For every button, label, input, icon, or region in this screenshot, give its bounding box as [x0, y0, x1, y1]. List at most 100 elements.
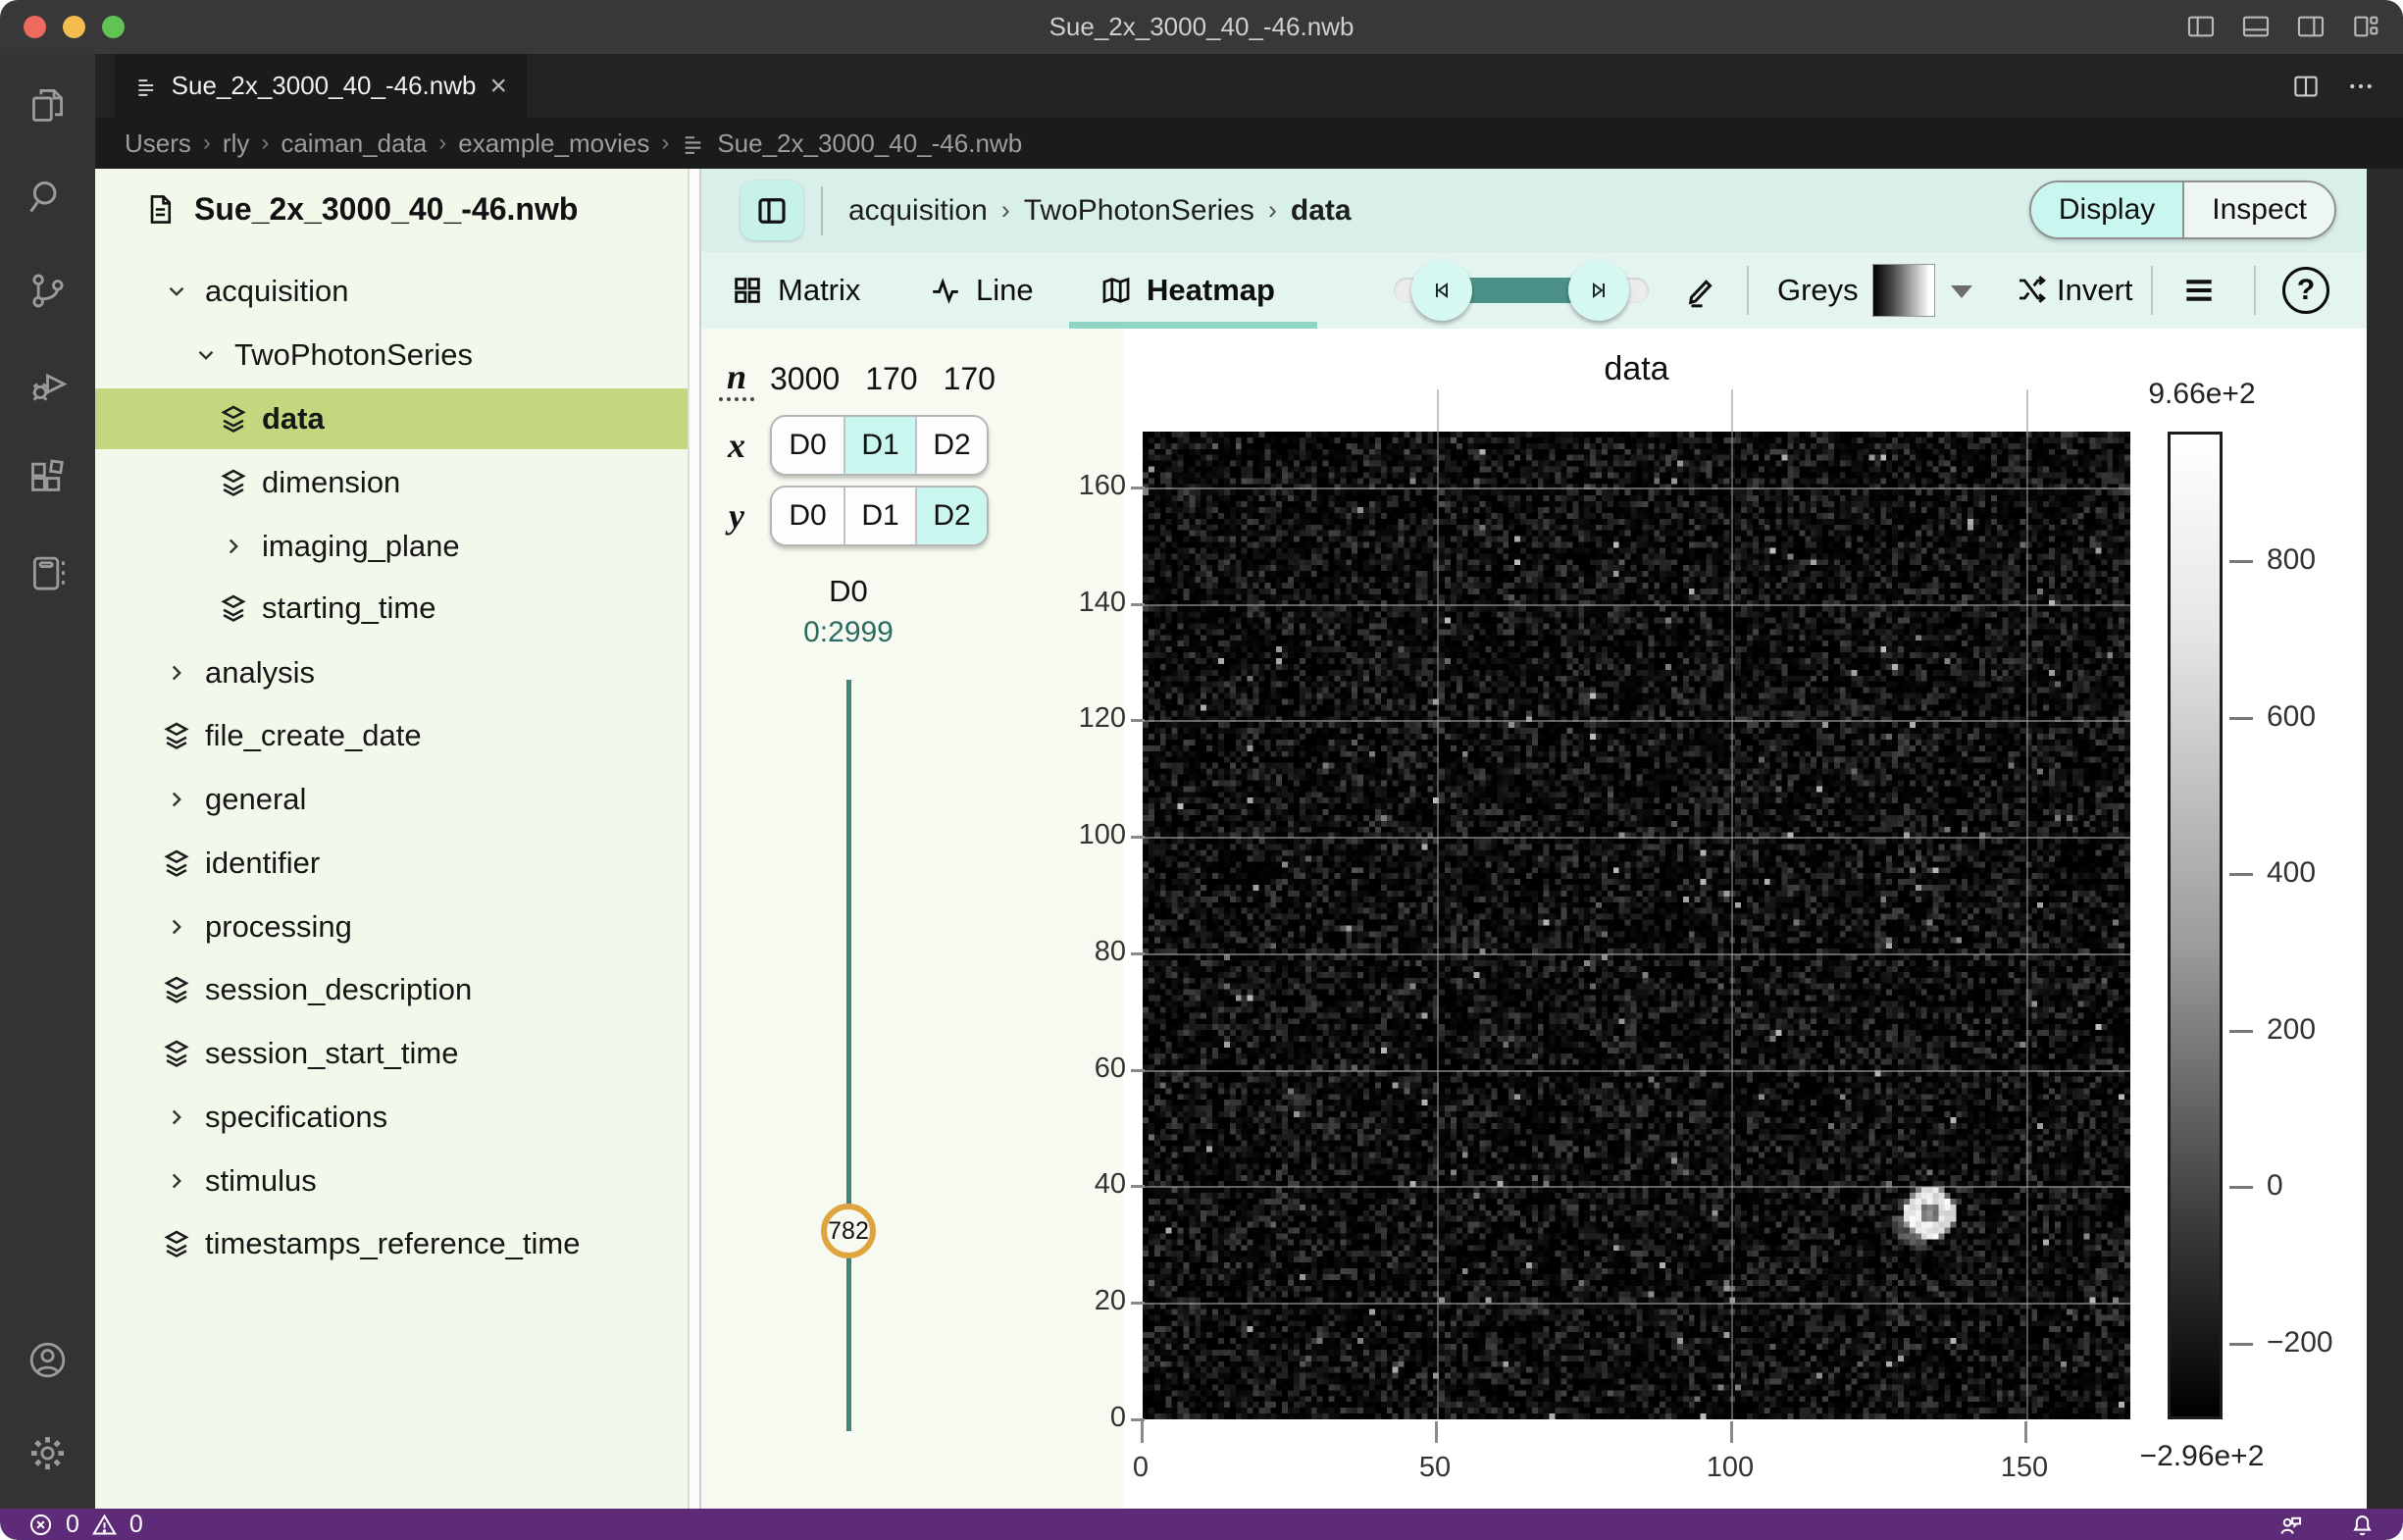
tree-item-session-description[interactable]: session_description [95, 959, 688, 1020]
gridline [1143, 488, 2130, 489]
more-actions-icon[interactable] [2346, 72, 2376, 101]
x-label: x [719, 425, 754, 466]
y-tick-label: 140 [1023, 587, 1126, 619]
y-tick-mark [1131, 1069, 1145, 1072]
tree-item-imaging-plane[interactable]: imaging_plane [95, 516, 688, 577]
edit-pen-icon[interactable] [1682, 272, 1719, 309]
heatmap-canvas[interactable] [1143, 432, 2130, 1419]
dim-size: 170 [865, 361, 917, 397]
split-editor-icon[interactable] [2291, 72, 2321, 101]
tab-heatmap[interactable]: Heatmap [1099, 273, 1275, 308]
colorbar-tick-label: −200 [2267, 1326, 2333, 1360]
maximize-window-button[interactable] [102, 16, 125, 38]
tree-item-acquisition[interactable]: acquisition [95, 261, 688, 322]
tree-item-stimulus[interactable]: stimulus [95, 1151, 688, 1211]
invert-button[interactable]: Invert [2057, 273, 2133, 308]
tab-matrix[interactable]: Matrix [731, 273, 860, 308]
close-window-button[interactable] [24, 16, 46, 38]
tree-item-specifications[interactable]: specifications [95, 1087, 688, 1148]
chevron-down-icon[interactable] [1951, 285, 1972, 298]
account-icon[interactable] [26, 1338, 70, 1382]
heatmap-plot[interactable] [1143, 432, 2130, 1419]
toggle-panel-icon[interactable] [2240, 11, 2272, 42]
run-debug-icon[interactable] [26, 362, 70, 406]
source-control-icon[interactable] [26, 269, 70, 313]
frame-range-slider[interactable] [1394, 259, 1649, 322]
problems-status[interactable]: 0 0 [27, 1511, 143, 1539]
y-d0-button[interactable]: D0 [772, 488, 844, 544]
layers-icon [160, 1227, 193, 1260]
gridline [1143, 720, 2130, 722]
minimize-window-button[interactable] [63, 16, 85, 38]
frame-slider[interactable] [846, 680, 851, 1431]
y-tick-label: 60 [1023, 1052, 1126, 1085]
tree-item-dimension[interactable]: dimension [95, 452, 688, 513]
settings-gear-icon[interactable] [26, 1431, 70, 1475]
x-d1-button[interactable]: D1 [844, 417, 915, 474]
breadcrumb-file[interactable]: Sue_2x_3000_40_-46.nwb [717, 128, 1022, 159]
inspect-mode-button[interactable]: Inspect [2182, 182, 2334, 237]
vscode-window: Sue_2x_3000_40_-46.nwb Sue_2x_3000 [0, 0, 2403, 1540]
tab-close-icon[interactable]: × [489, 72, 507, 101]
menu-hamburger-icon[interactable] [2180, 272, 2218, 309]
sidebar-toggle-button[interactable] [741, 180, 803, 240]
layers-icon [217, 466, 250, 499]
panel-breadcrumb-item[interactable]: TwoPhotonSeries [1024, 194, 1254, 228]
tab-label: Sue_2x_3000_40_-46.nwb [172, 71, 477, 101]
colorbar [2168, 432, 2223, 1419]
frame-slider-handle[interactable]: 782 [821, 1204, 876, 1258]
feedback-icon[interactable] [2277, 1512, 2304, 1538]
tree-item-timestamps-reference-time[interactable]: timestamps_reference_time [95, 1213, 688, 1274]
tree-item-processing[interactable]: processing [95, 897, 688, 957]
x-dim-selector: D0 D1 D2 [770, 415, 989, 476]
gridline [1143, 604, 2130, 606]
colorbar-tick-mark [2229, 717, 2253, 720]
matrix-grid-icon [731, 274, 764, 307]
map-icon [1099, 274, 1133, 307]
x-d2-button[interactable]: D2 [915, 417, 987, 474]
customize-layout-icon[interactable] [2350, 11, 2381, 42]
toggle-secondary-sidebar-icon[interactable] [2295, 11, 2326, 42]
notifications-bell-icon[interactable] [2349, 1512, 2376, 1538]
invert-swap-icon[interactable] [2014, 272, 2049, 307]
chevron-right-icon: › [1001, 195, 1010, 226]
y-tick-label: 20 [1023, 1285, 1126, 1317]
status-bar: 0 0 [0, 1509, 2403, 1540]
y-d1-button[interactable]: D1 [844, 488, 915, 544]
y-tick-mark [1131, 1302, 1145, 1305]
x-d0-button[interactable]: D0 [772, 417, 844, 474]
colorbar-tick-label: 800 [2267, 543, 2316, 577]
breadcrumb-item[interactable]: rly [223, 128, 249, 159]
frame-value: 782 [828, 1217, 869, 1246]
tree-item-general[interactable]: general [95, 769, 688, 830]
tree-item-identifier[interactable]: identifier [95, 833, 688, 894]
sidebar-scrollbar-gutter[interactable] [688, 169, 701, 1509]
y-dim-row: y D0 D1 D2 [719, 486, 989, 546]
toggle-sidebar-icon[interactable] [2185, 11, 2217, 42]
breadcrumb-item[interactable]: example_movies [458, 128, 649, 159]
colormap-swatch[interactable] [1872, 264, 1935, 317]
skip-end-handle[interactable] [1568, 260, 1629, 321]
tree-item-twophotonseries[interactable]: TwoPhotonSeries [95, 325, 688, 385]
tab-nwb-file[interactable]: Sue_2x_3000_40_-46.nwb × [115, 54, 527, 118]
y-d2-button[interactable]: D2 [915, 488, 987, 544]
breadcrumb-item[interactable]: Users [125, 128, 191, 159]
nwb-extension-icon[interactable] [26, 551, 70, 595]
extensions-icon[interactable] [26, 457, 70, 501]
tree-item-starting-time[interactable]: starting_time [95, 578, 688, 639]
tree-item-data[interactable]: data [95, 388, 688, 449]
colorbar-tick-mark [2229, 1030, 2253, 1033]
breadcrumb-item[interactable]: caiman_data [281, 128, 427, 159]
tab-line[interactable]: Line [929, 273, 1034, 308]
chevron-down-icon [193, 342, 219, 368]
help-button[interactable]: ? [2282, 267, 2329, 314]
tree-item-session-start-time[interactable]: session_start_time [95, 1023, 688, 1084]
explorer-icon[interactable] [26, 82, 70, 127]
tree-item-analysis[interactable]: analysis [95, 642, 688, 703]
search-icon[interactable] [26, 176, 70, 220]
panel-breadcrumb-item[interactable]: acquisition [848, 194, 988, 228]
titlebar: Sue_2x_3000_40_-46.nwb [0, 0, 2403, 54]
tree-item-file-create-date[interactable]: file_create_date [95, 705, 688, 766]
display-mode-button[interactable]: Display [2031, 182, 2182, 237]
skip-start-handle[interactable] [1411, 260, 1472, 321]
